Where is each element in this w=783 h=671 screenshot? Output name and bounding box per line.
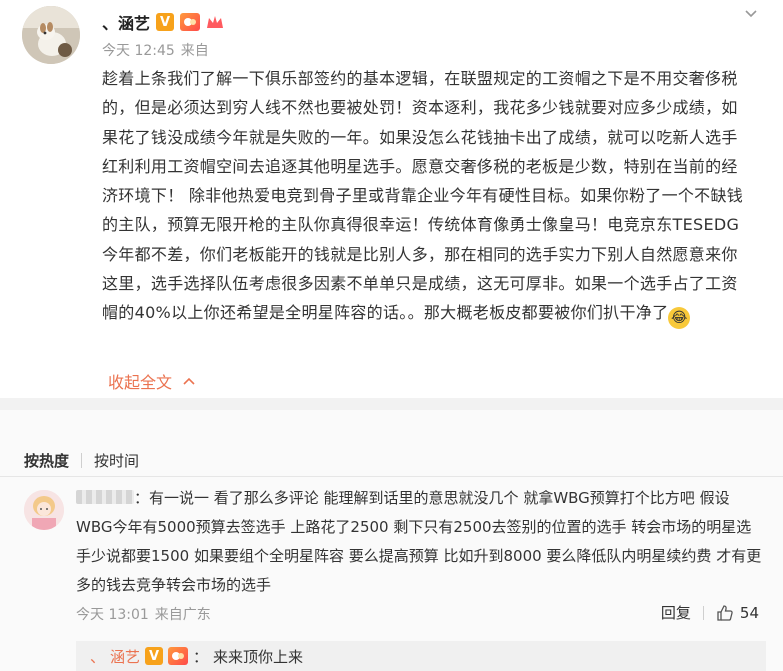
comment-text: ：有一说一 看了那么多评论 能理解到话里的意思就没几个 就拿WBG预算打个比方吧… (76, 484, 766, 600)
reply-button[interactable]: 回复 (661, 602, 691, 623)
tab-divider (81, 453, 83, 468)
action-divider (702, 605, 704, 620)
laugh-cry-emoji: 😂 (668, 307, 691, 330)
verified-v-icon[interactable]: V (156, 13, 175, 31)
post-time[interactable]: 今天 12:45 (102, 40, 175, 60)
comment-source: 来自广东 (154, 607, 211, 623)
author-name[interactable]: 、涵艺 (102, 10, 150, 34)
author-avatar[interactable] (22, 6, 80, 64)
comment-time: 今天 13:01 (76, 607, 149, 623)
tabs-divider (0, 476, 783, 477)
comment-actions: 回复 54 (661, 602, 759, 623)
weibo-post: 、涵艺 V 今天 12:45 来自 趁着上条我们了解一下俱乐部签约的基本逻辑，在… (0, 0, 783, 398)
more-options-button[interactable] (741, 4, 761, 24)
svip-icon[interactable] (180, 13, 201, 31)
crown-icon[interactable] (206, 13, 224, 31)
comment-sort-tabs: 按热度 按时间 (24, 450, 139, 471)
like-count: 54 (739, 603, 759, 622)
tab-sort-by-time[interactable]: 按时间 (94, 450, 139, 471)
comment-meta: 今天 13:01 来自广东 (76, 604, 211, 624)
comments-section: 按热度 按时间 ：有一说一 看了那么多评论 能理解到话里的意思就没几个 就拿WB… (0, 410, 783, 671)
svip-icon[interactable] (168, 647, 189, 665)
chevron-up-icon (183, 377, 195, 385)
author-row: 、涵艺 V (102, 10, 224, 34)
comment-content: 有一说一 看了那么多评论 能理解到话里的意思就没几个 就拿WBG预算打个比方吧 … (76, 489, 762, 594)
post-meta: 今天 12:45 来自 (102, 40, 209, 60)
comment-separator: ： (134, 489, 150, 507)
section-separator (0, 398, 783, 410)
post-source: 来自 (180, 43, 209, 59)
sub-reply-text: 来来顶你上来 (213, 647, 304, 666)
collapse-button[interactable]: 收起全文 (108, 370, 196, 392)
commenter-avatar[interactable] (24, 490, 64, 530)
post-paragraph: 趁着上条我们了解一下俱乐部签约的基本逻辑，在联盟规定的工资帽之下是不用交奢侈税的… (102, 69, 744, 323)
tab-sort-by-hot[interactable]: 按热度 (24, 450, 69, 471)
sub-reply-separator: ： (193, 647, 209, 666)
thumbs-up-icon (717, 604, 733, 621)
collapse-label: 收起全文 (108, 373, 173, 392)
sub-reply-author[interactable]: 涵艺 (110, 646, 140, 667)
post-content: 趁着上条我们了解一下俱乐部签约的基本逻辑，在联盟规定的工资帽之下是不用交奢侈税的… (102, 64, 750, 330)
verified-v-icon[interactable]: V (145, 647, 164, 665)
commenter-name-blurred[interactable] (76, 490, 134, 504)
sub-reply: 、 涵艺 V ： 来来顶你上来 (76, 641, 766, 671)
chevron-down-icon (745, 10, 757, 18)
sub-reply-prefix: 、 (90, 647, 106, 666)
like-button[interactable]: 54 (716, 604, 759, 622)
